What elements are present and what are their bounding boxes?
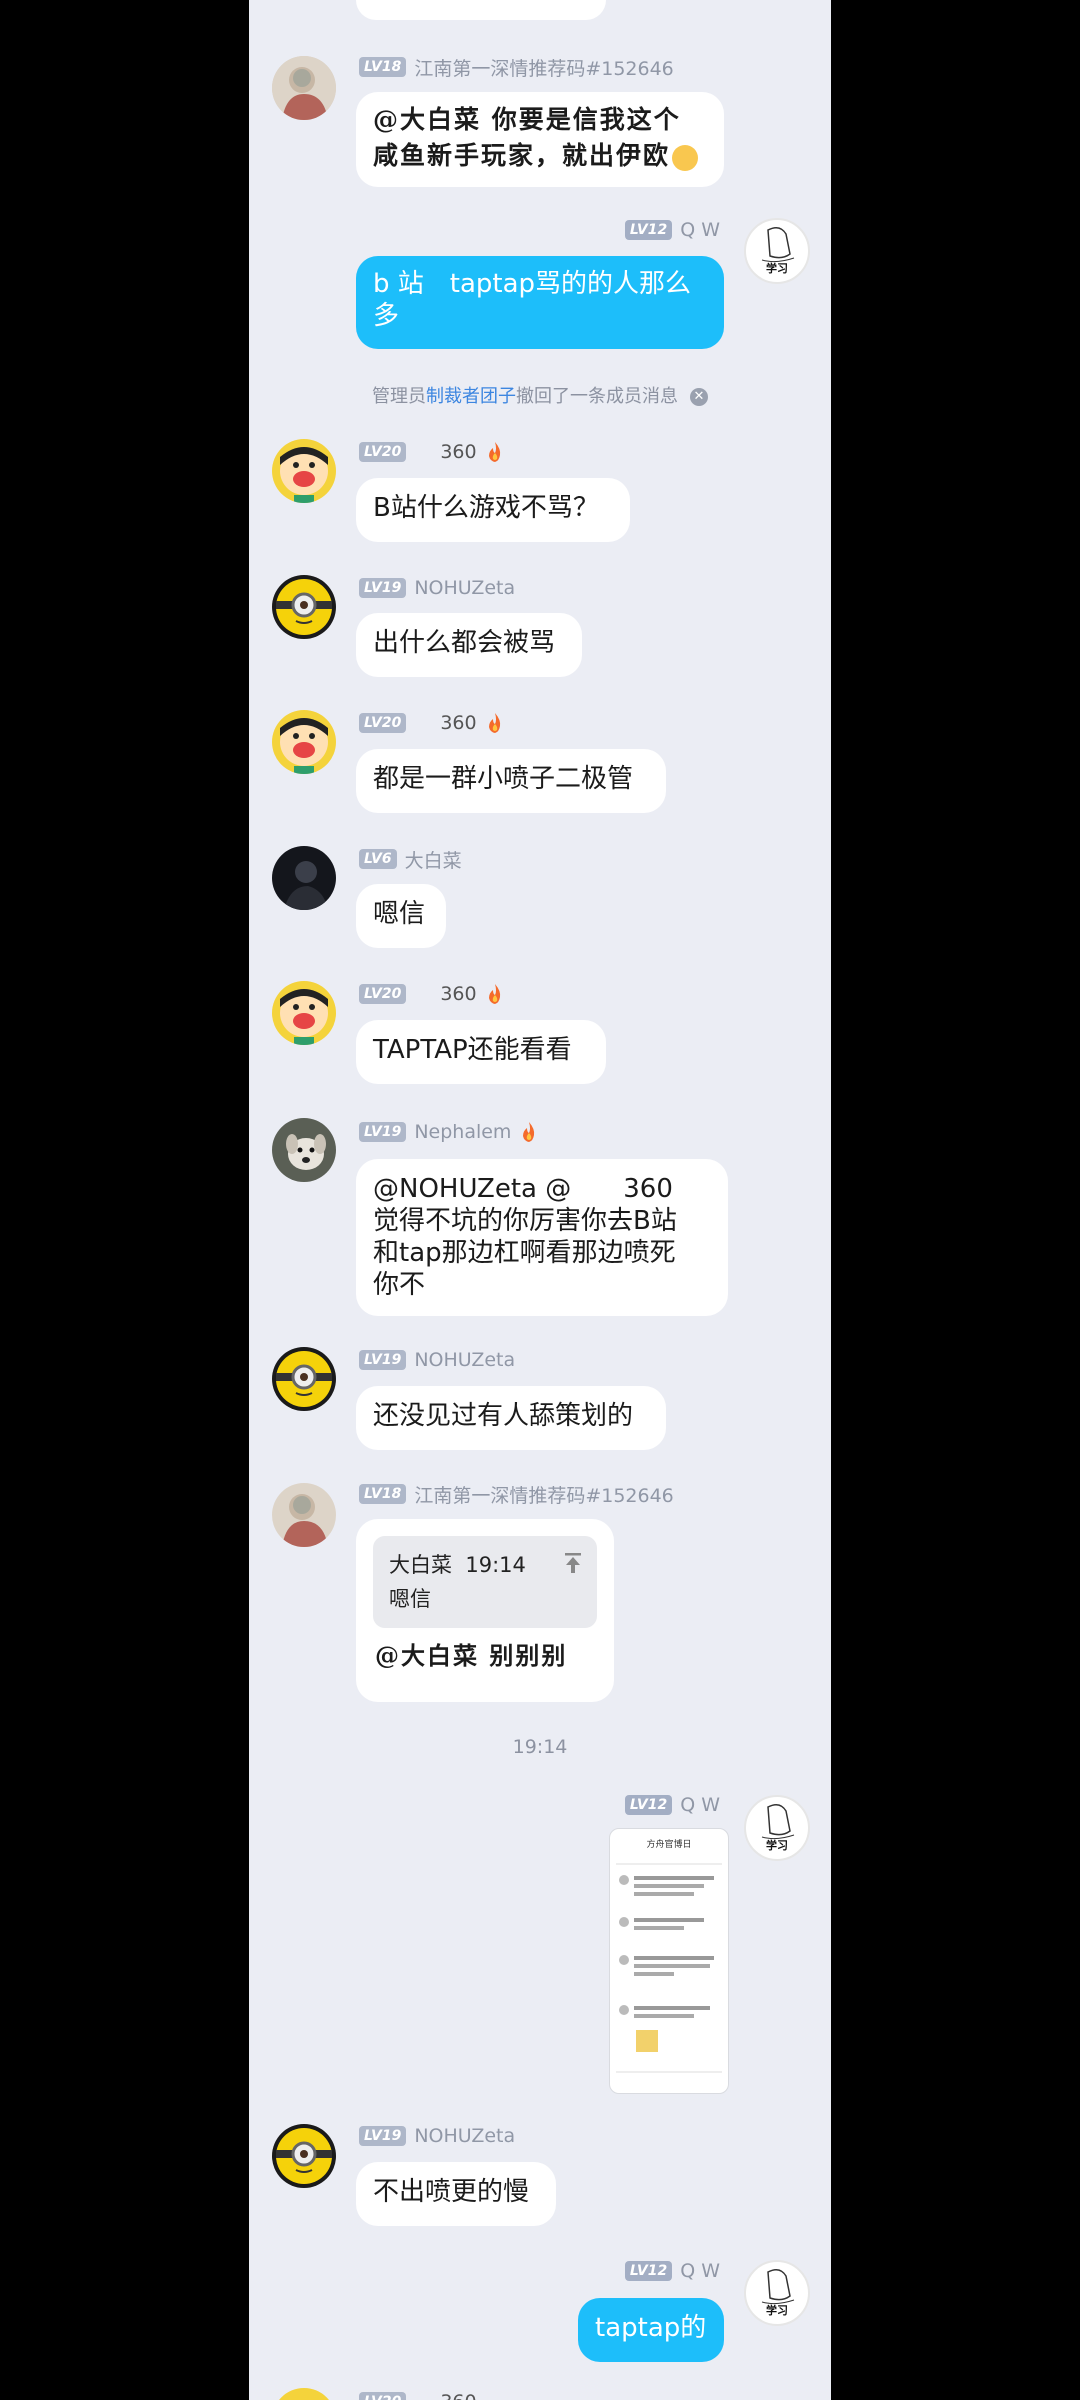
message-bubble-reply[interactable]: 大白菜 19:14 嗯信 @大白菜 别别别 (356, 1519, 614, 1702)
avatar-nohuzeta[interactable] (272, 1347, 336, 1411)
cartoon-face-icon (272, 981, 336, 1045)
avatar-jiangnan[interactable] (272, 1483, 336, 1547)
image-message[interactable]: 方舟官博日 (609, 1828, 729, 2094)
avatar-caption: 学习 (766, 2304, 788, 2317)
message-bubble[interactable]: 都是一群小喷子二极管 (356, 749, 666, 813)
avatar-self[interactable]: 学习 (744, 1795, 810, 1861)
sender-name[interactable]: Q W (680, 2260, 720, 2282)
sender-name[interactable]: 江南第一深情推荐码#152646 (414, 1481, 673, 1508)
avatar-nephalem[interactable] (272, 1118, 336, 1182)
admin-link[interactable]: 制裁者团子 (426, 386, 516, 407)
cartoon-face-icon (272, 2388, 336, 2400)
avatar-figure-icon (272, 56, 336, 120)
sender-name[interactable]: 360 (440, 712, 476, 734)
message-bubble-self[interactable]: b 站 taptap骂的的人那么多 (356, 256, 724, 349)
emoji-icon (672, 144, 699, 171)
message-bubble[interactable]: TAPTAP还能看看 (356, 1020, 606, 1084)
cartoon-face-icon (272, 710, 336, 774)
minion-icon (272, 1347, 336, 1411)
dog-photo-icon (272, 1118, 336, 1182)
sender-name[interactable]: NOHUZeta (414, 1349, 515, 1371)
sender-name[interactable]: NOHUZeta (414, 577, 515, 599)
message-bubble[interactable]: 还没见过有人舔策划的 (356, 1386, 666, 1450)
sender-name[interactable]: 大白菜 (405, 846, 462, 873)
level-badge: LV20 (359, 2392, 407, 2400)
message-bubble[interactable]: @NOHUZeta @ 360 觉得不坑的你厉害你去B站 和tap那边杠啊看那边… (356, 1159, 728, 1316)
message-bubble[interactable]: @大白菜 你要是信我这个 咸鱼新手玩家，就出伊欧 (356, 92, 724, 187)
avatar-360[interactable] (272, 981, 336, 1045)
avatar-360[interactable] (272, 439, 336, 503)
chat-area[interactable]: LV18 江南第一深情推荐码#152646 @大白菜 你要是信我这个 咸鱼新手玩… (249, 0, 831, 2400)
message-bubble-self[interactable]: taptap的 (578, 2298, 724, 2362)
avatar-360[interactable] (272, 710, 336, 774)
message-bubble[interactable]: B站什么游戏不骂？ (356, 478, 630, 542)
recall-notice: 管理员制裁者团子撤回了一条成员消息 ✕ (249, 382, 831, 408)
level-badge: LV19 (359, 1122, 407, 1142)
avatar-jiangnan[interactable] (272, 56, 336, 120)
sender-name[interactable]: 360 (440, 441, 476, 463)
timestamp: 19:14 (512, 1736, 568, 1758)
level-badge: LV20 (359, 713, 407, 733)
avatar-nohuzeta[interactable] (272, 575, 336, 639)
avatar-caption: 学习 (766, 1839, 788, 1852)
flame-icon (488, 442, 500, 462)
level-badge: LV19 (359, 578, 407, 598)
level-badge: LV12 (624, 2261, 673, 2281)
avatar-self[interactable]: 学习 (744, 218, 810, 284)
avatar-caption: 学习 (766, 262, 788, 275)
sender-name[interactable]: Nephalem (414, 1121, 511, 1143)
flame-icon (488, 984, 500, 1004)
sender-name[interactable]: NOHUZeta (414, 2125, 515, 2147)
image-title: 方舟官博日 (646, 1840, 692, 1850)
avatar-figure-icon (272, 1483, 336, 1547)
flame-icon (523, 1122, 535, 1142)
sender-name[interactable]: 江南第一深情推荐码#152646 (414, 54, 673, 81)
message-bubble[interactable]: 出什么都会被骂 (356, 613, 582, 677)
level-badge: LV12 (624, 220, 673, 240)
level-badge: LV19 (359, 2126, 407, 2146)
avatar-dabaicai[interactable] (272, 846, 336, 910)
level-badge: LV18 (359, 1484, 407, 1504)
avatar-nohuzeta[interactable] (272, 2124, 336, 2188)
minion-icon (272, 575, 336, 639)
level-badge: LV12 (624, 1795, 673, 1815)
jump-to-top-icon[interactable] (563, 1552, 583, 1574)
sender-name[interactable]: 360 (440, 983, 476, 1005)
quoted-message[interactable]: 大白菜 19:14 嗯信 (373, 1536, 597, 1628)
dark-portrait-icon (272, 846, 336, 910)
sender-name[interactable]: Q W (680, 1794, 720, 1816)
sender-name[interactable]: Q W (680, 219, 720, 241)
message-bubble-partial[interactable] (356, 0, 606, 20)
level-badge: LV6 (359, 849, 397, 869)
flame-icon (488, 713, 500, 733)
minion-icon (272, 2124, 336, 2188)
sender-name[interactable]: 360 (440, 2391, 476, 2400)
avatar-self[interactable]: 学习 (744, 2260, 810, 2326)
level-badge: LV20 (359, 442, 407, 462)
level-badge: LV19 (359, 1350, 407, 1370)
screenshot-thumbnail-icon (616, 1863, 722, 2073)
level-badge: LV20 (359, 984, 407, 1004)
close-icon[interactable]: ✕ (690, 388, 708, 406)
cartoon-face-icon (272, 439, 336, 503)
level-badge: LV18 (359, 57, 407, 77)
message-bubble[interactable]: 不出喷更的慢 (356, 2162, 556, 2226)
avatar-360[interactable] (272, 2388, 336, 2400)
message-bubble[interactable]: 嗯信 (356, 884, 446, 948)
